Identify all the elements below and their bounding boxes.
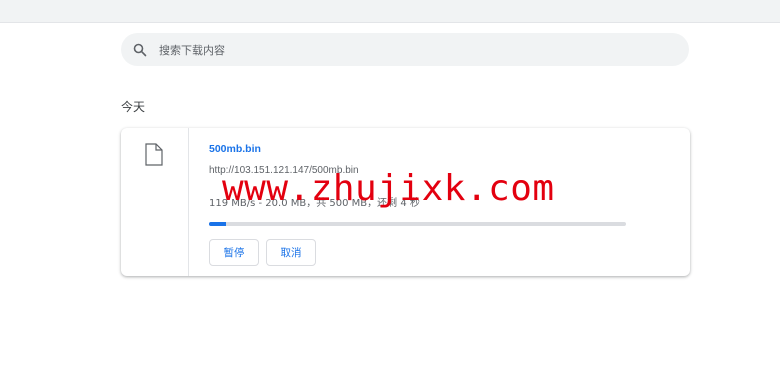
download-progress-bar [209, 222, 626, 226]
file-icon [145, 143, 163, 166]
browser-top-bar [0, 0, 780, 23]
download-icon-column [121, 128, 189, 276]
cancel-button[interactable]: 取消 [266, 239, 316, 266]
download-item-card: 500mb.bin http://103.151.121.147/500mb.b… [121, 128, 690, 276]
search-bar[interactable]: 搜索下载内容 [121, 33, 689, 66]
date-section-title: 今天 [121, 100, 146, 114]
download-url: http://103.151.121.147/500mb.bin [209, 165, 359, 176]
download-progress-fill [209, 222, 226, 226]
search-icon [133, 43, 147, 57]
search-input[interactable]: 搜索下载内容 [159, 42, 225, 58]
download-filename-link[interactable]: 500mb.bin [209, 143, 261, 155]
download-status: 119 MB/s - 20.0 MB，共 500 MB，还剩 4 秒 [209, 198, 420, 209]
pause-button[interactable]: 暂停 [209, 239, 259, 266]
